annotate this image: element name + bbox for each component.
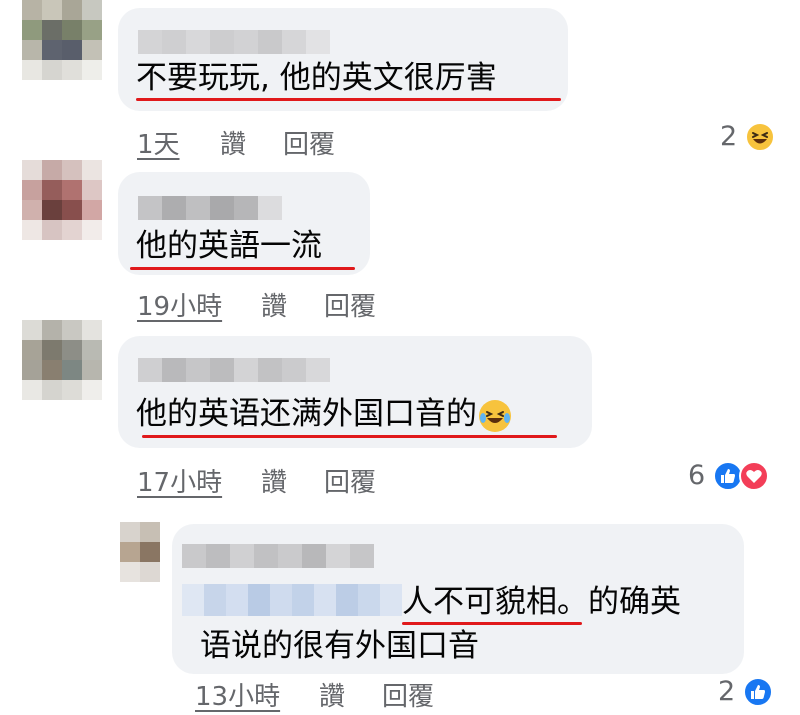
reactions-summary[interactable]: 6	[688, 460, 770, 491]
like-icon	[743, 676, 774, 707]
red-underline	[402, 622, 582, 625]
reply-text-highlight: 人不可貌相	[402, 584, 557, 620]
comment-bubble: 他的英语还满外国口音的	[118, 336, 592, 448]
reactions-summary[interactable]: 2	[720, 121, 776, 152]
reply-comment: 人不可貌相。的确英 语说的很有外国口音 13小時 讚 回覆 2	[0, 516, 800, 715]
red-underline	[142, 435, 557, 438]
red-underline	[136, 98, 561, 101]
comment-3: 他的英语还满外国口音的 17小時 讚 回覆 6	[0, 320, 800, 498]
love-icon	[739, 460, 770, 491]
comment-bubble: 人不可貌相。的确英 语说的很有外国口音	[172, 524, 744, 674]
reply-button[interactable]: 回覆	[283, 124, 335, 161]
reply-button[interactable]: 回覆	[324, 286, 376, 323]
reply-text-line1: 人不可貌相。的确英	[402, 582, 681, 622]
timestamp-link[interactable]: 19小時	[137, 286, 222, 323]
reply-text-rest: 。的确英	[557, 584, 681, 620]
avatar[interactable]	[22, 320, 102, 400]
like-button[interactable]: 讚	[220, 124, 246, 161]
laughing-tears-icon	[479, 399, 511, 432]
like-button[interactable]: 讚	[261, 286, 287, 323]
comment-actions: 17小時 讚 回覆	[137, 462, 777, 499]
avatar[interactable]	[120, 522, 160, 582]
like-button[interactable]: 讚	[261, 462, 287, 499]
avatar[interactable]	[22, 0, 102, 80]
commenter-name[interactable]	[138, 358, 330, 382]
commenter-name[interactable]	[138, 30, 330, 54]
comment-actions: 19小時 讚 回覆	[137, 286, 777, 323]
haha-icon	[745, 121, 776, 152]
timestamp-link[interactable]: 1天	[137, 124, 180, 161]
like-button[interactable]: 讚	[319, 676, 345, 713]
comment-actions: 13小時 讚 回覆	[195, 676, 775, 713]
red-underline	[130, 267, 355, 270]
comment-actions: 1天 讚 回覆	[137, 124, 777, 161]
reaction-count: 6	[688, 460, 706, 491]
reaction-count: 2	[720, 121, 738, 152]
comment-bubble: 他的英語一流	[118, 172, 370, 275]
timestamp-link[interactable]: 17小時	[137, 462, 222, 499]
reactions-summary[interactable]: 2	[718, 676, 774, 707]
comment-1: 不要玩玩, 他的英文很厉害 1天 讚 回覆 2	[0, 0, 800, 170]
comment-bubble: 不要玩玩, 他的英文很厉害	[118, 8, 568, 111]
commenter-name[interactable]	[138, 196, 282, 220]
comment-text: 不要玩玩, 他的英文很厉害	[136, 60, 497, 96]
comment-text: 他的英语还满外国口音的	[136, 394, 511, 434]
avatar[interactable]	[22, 160, 102, 240]
comment-text-body: 他的英语还满外国口音的	[136, 396, 477, 432]
reply-text-line2: 语说的很有外国口音	[200, 628, 479, 664]
reaction-count: 2	[718, 676, 736, 707]
timestamp-link[interactable]: 13小時	[195, 676, 280, 713]
mention-link[interactable]	[182, 584, 402, 616]
reply-button[interactable]: 回覆	[324, 462, 376, 499]
comment-2: 他的英語一流 19小時 讚 回覆	[0, 160, 800, 330]
comment-text: 他的英語一流	[136, 228, 322, 264]
reply-button[interactable]: 回覆	[382, 676, 434, 713]
commenter-name[interactable]	[182, 544, 374, 568]
